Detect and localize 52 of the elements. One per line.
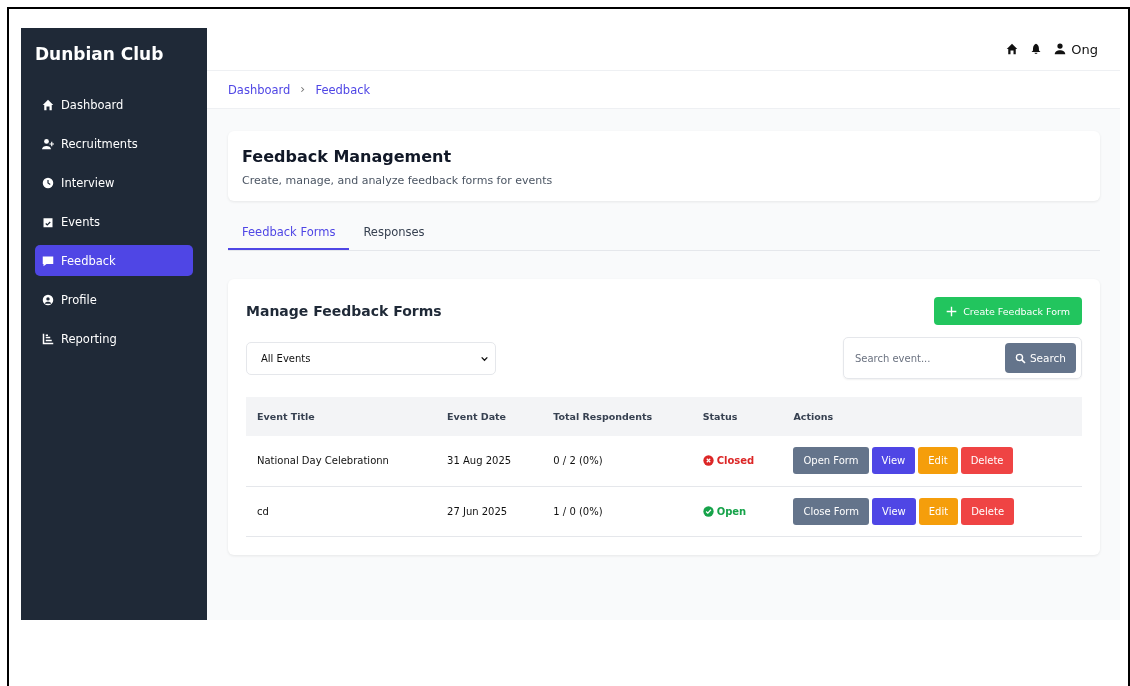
table-cell: 31 Aug 2025 (436, 436, 543, 486)
view-button[interactable]: View (871, 447, 916, 475)
table-cell: National Day Celebrationn (246, 436, 437, 486)
brand-title: Dunbian Club (35, 43, 165, 66)
panel-title: Manage Feedback Forms (246, 303, 442, 319)
toggle-form-button[interactable]: Close Form (793, 497, 870, 525)
status-label: Open (702, 505, 747, 517)
delete-button[interactable]: Delete (960, 447, 1014, 475)
delete-button[interactable]: Delete (961, 497, 1015, 525)
view-button[interactable]: View (872, 497, 916, 525)
bell-icon (1030, 43, 1043, 55)
sidebar-item[interactable]: Events (35, 206, 193, 237)
sidebar-item[interactable]: Profile (35, 284, 193, 315)
tab[interactable]: Responses (349, 217, 439, 250)
toggle-form-button[interactable]: Open Form (793, 447, 869, 475)
tab[interactable]: Feedback Forms (228, 217, 350, 250)
clock-icon (42, 176, 54, 189)
column-header: Total Respondents (542, 397, 692, 436)
home-icon (1006, 43, 1019, 55)
sidebar-item[interactable]: Dashboard (35, 89, 193, 120)
table-cell: 1 / 0 (0%) (542, 486, 692, 536)
column-header: Status (691, 397, 783, 436)
user-plus-icon (42, 137, 54, 150)
page-subtitle: Create, manage, and analyze feedback forms for events (242, 174, 554, 187)
sidebar-item[interactable]: Interview (35, 167, 193, 198)
search-button[interactable]: Search (1004, 343, 1076, 373)
column-header: Event Date (436, 397, 543, 436)
search-icon (1014, 352, 1026, 364)
check-circle-icon (702, 505, 714, 517)
breadcrumb-link[interactable]: Dashboard (228, 82, 291, 97)
chart-icon (42, 332, 54, 345)
table-cell: 0 / 2 (0%) (542, 436, 692, 486)
user-menu-button[interactable]: Ong (1052, 39, 1100, 59)
user-icon (1054, 43, 1067, 55)
table-cell: 27 Jun 2025 (436, 486, 543, 536)
breadcrumb-link[interactable]: Feedback (315, 82, 371, 97)
speech-bubble-icon (42, 254, 54, 267)
page-title: Feedback Management (242, 147, 453, 166)
column-header: Actions (782, 397, 1082, 436)
calendar-icon (42, 215, 54, 228)
column-header: Event Title (246, 397, 437, 436)
x-circle-icon (702, 455, 714, 467)
home-icon (42, 98, 54, 111)
event-filter-dropdown[interactable]: All Events (246, 341, 496, 375)
status-label: Closed (702, 455, 755, 467)
chevron-right-icon (298, 85, 308, 94)
sidebar-item[interactable]: Recruitments (35, 128, 193, 159)
sidebar-item[interactable]: Feedback (35, 245, 193, 276)
plus-icon (946, 305, 958, 317)
table-cell: cd (246, 486, 437, 536)
user-circle-icon (42, 293, 54, 306)
sidebar-item[interactable]: Reporting (35, 323, 193, 354)
